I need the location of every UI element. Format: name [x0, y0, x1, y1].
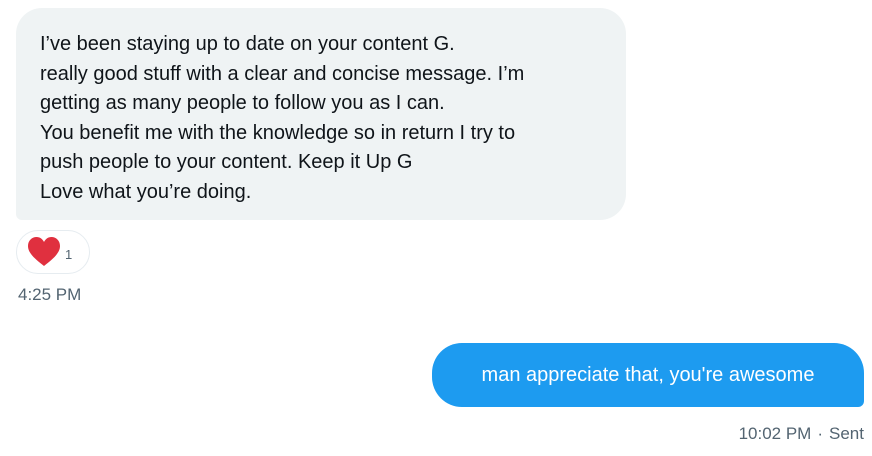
- meta-separator: ·: [817, 424, 824, 443]
- sent-message-text: man appreciate that, you're awesome: [481, 363, 815, 386]
- sent-message-bubble[interactable]: man appreciate that, you're awesome: [432, 343, 864, 407]
- reaction-count: 1: [65, 246, 73, 262]
- sent-message-status: Sent: [829, 424, 864, 443]
- sent-message-timestamp: 10:02 PM: [738, 424, 812, 443]
- received-message-line: You benefit me with the knowledge so in …: [40, 121, 516, 144]
- received-message-line: getting as many people to follow you as …: [40, 92, 445, 114]
- received-message-line: I’ve been staying up to date on your con…: [40, 33, 455, 55]
- received-message-line: Love what you’re doing.: [40, 180, 252, 203]
- received-message-timestamp: 4:25 PM: [18, 285, 82, 304]
- received-message-line: push people to your content. Keep it Up …: [40, 151, 413, 173]
- received-message-line: really good stuff with a clear and conci…: [40, 62, 525, 85]
- received-message-bubble[interactable]: I’ve been staying up to date on your con…: [16, 8, 626, 220]
- sent-message-meta: 10:02 PM · Sent: [739, 424, 864, 444]
- heart-icon: [28, 237, 60, 266]
- reaction-pill[interactable]: 1: [16, 230, 90, 274]
